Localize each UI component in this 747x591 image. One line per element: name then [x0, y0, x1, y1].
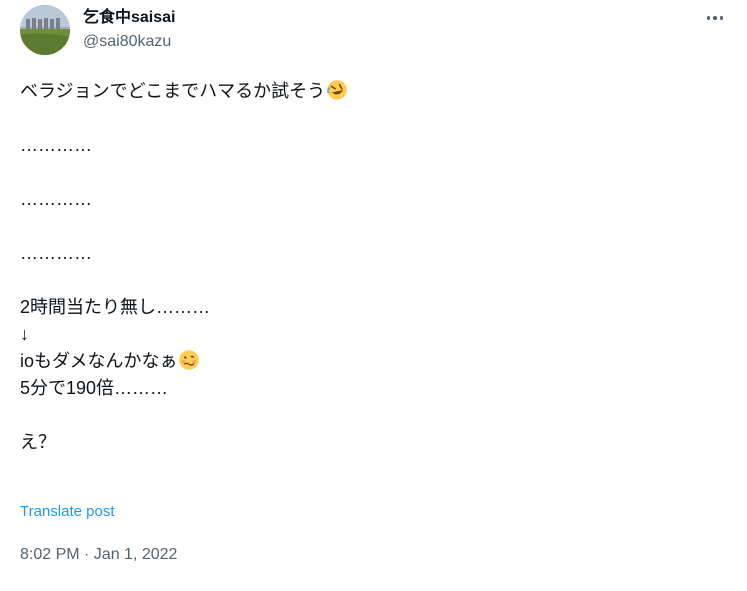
post-line: 5分で190倍……… — [20, 378, 169, 398]
author-handle[interactable]: @sai80kazu — [83, 32, 171, 52]
post-line: ………… — [20, 189, 92, 209]
post-line: ………… — [20, 243, 92, 263]
dot — [713, 16, 717, 20]
post-line — [20, 267, 720, 294]
post-line: ベラジョンでどこまでハマるか試そう — [20, 78, 720, 105]
dot — [719, 16, 724, 20]
avatar[interactable] — [20, 5, 70, 55]
translate-post-link[interactable]: Translate post — [20, 502, 115, 522]
more-options-icon[interactable] — [702, 10, 728, 26]
woozy-face-emoji-icon — [179, 350, 200, 370]
post-line — [20, 402, 720, 429]
tweet: 乞食中saisai @sai80kazu ベラジョンでどこまでハマるか試そう …… — [0, 0, 747, 591]
landscape-avatar-icon — [20, 5, 70, 55]
post-line — [20, 105, 720, 132]
post-line — [20, 159, 720, 186]
post-line: 2時間当たり無し……… — [20, 297, 211, 317]
rolling-on-floor-laughing-emoji-icon — [327, 80, 347, 100]
dot — [706, 16, 711, 20]
post-line: え？ — [20, 432, 56, 452]
post-line-text: ioもダメなんかなぁ — [20, 351, 178, 371]
post-line: ………… — [20, 135, 92, 155]
author-display-name[interactable]: 乞食中saisai — [83, 8, 176, 28]
post-timestamp[interactable]: 8:02 PM · Jan 1, 2022 — [20, 545, 177, 565]
post-line: ioもダメなんかなぁ — [20, 348, 720, 375]
post-line-text: ベラジョンでどこまでハマるか試そう — [20, 81, 326, 101]
post-line: ↓ — [20, 324, 29, 344]
post-text: ベラジョンでどこまでハマるか試そう ………… ………… ………… 2時間当たり無… — [20, 78, 720, 456]
post-line — [20, 213, 720, 240]
